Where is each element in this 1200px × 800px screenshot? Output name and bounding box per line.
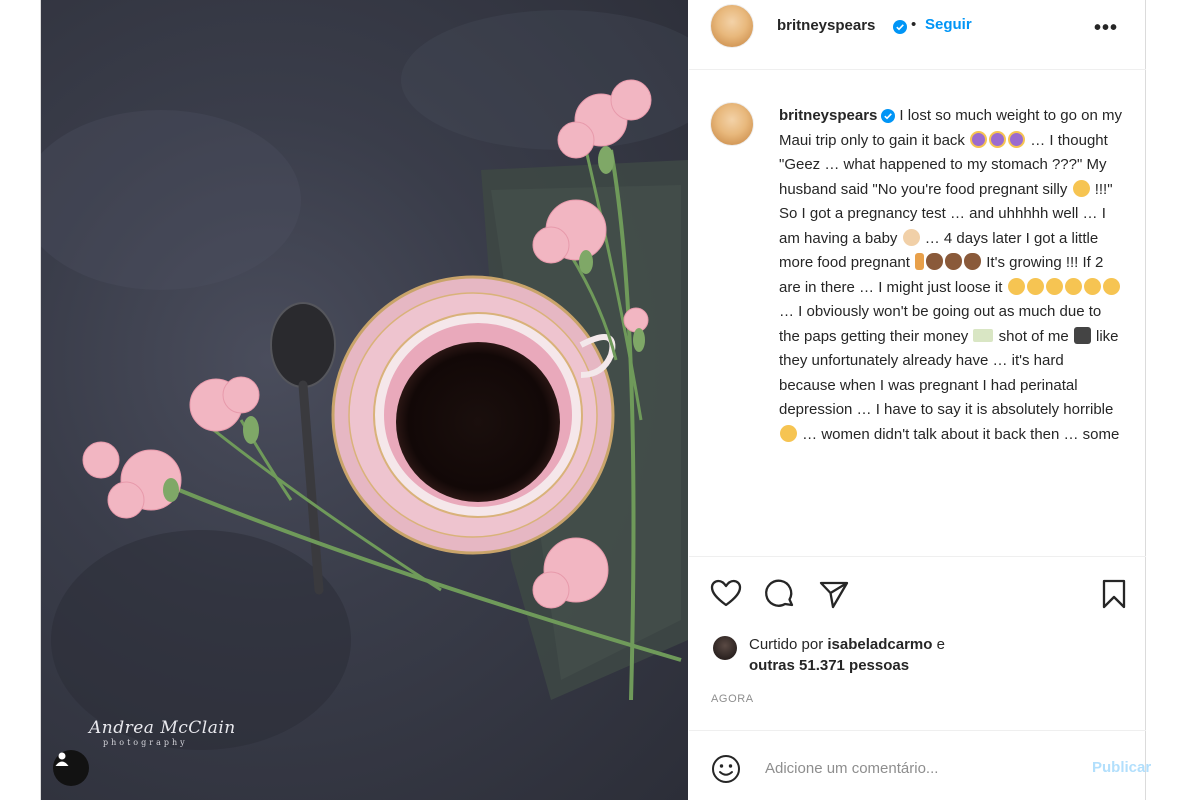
see-no-evil-monkey-emoji — [926, 253, 944, 270]
camera-emoji — [1073, 326, 1091, 344]
see-no-evil-monkey-emoji — [964, 253, 982, 270]
caption-segment: shot of me — [994, 327, 1073, 345]
disappointed-face-emoji — [780, 424, 797, 442]
grimacing-face-emoji — [1083, 277, 1101, 295]
woman-gesturing-no-emoji — [970, 130, 988, 148]
tagged-users-button[interactable] — [53, 750, 89, 786]
likes-summary[interactable]: Curtido por isabeladcarmo e outras 51.37… — [689, 628, 1146, 683]
action-bar — [689, 557, 1146, 627]
watermark-sub: photography — [103, 738, 188, 747]
publish-button[interactable]: Publicar — [1092, 759, 1151, 776]
post-photo[interactable]: Andrea McClain photography — [41, 0, 688, 800]
post-sidebar: britneyspears • Seguir ••• britneyspears… — [689, 0, 1151, 800]
paper-plane-icon[interactable] — [817, 577, 851, 611]
comment-box: Publicar — [689, 730, 1151, 800]
grinning-face-emoji — [1072, 179, 1090, 197]
grimacing-face-emoji — [1007, 277, 1025, 295]
caption-body: I lost so much weight to go on my Maui t… — [779, 107, 1122, 443]
grimacing-face-emoji — [1045, 277, 1063, 295]
caption-area[interactable]: britneyspears I lost so much weight to go… — [689, 71, 1146, 557]
separator-dot: • — [911, 16, 917, 33]
comment-bubble-icon[interactable] — [763, 577, 797, 611]
header-username[interactable]: britneyspears — [777, 17, 875, 34]
likes-suffix: e — [932, 636, 945, 653]
caption-segment: … women didn't talk about it back then …… — [798, 425, 1120, 443]
heart-icon[interactable] — [709, 577, 743, 611]
follow-button[interactable]: Seguir — [925, 16, 972, 33]
more-options-button[interactable]: ••• — [1094, 17, 1118, 40]
caption-text: britneyspears I lost so much weight to go… — [779, 104, 1124, 447]
grimacing-face-emoji — [1026, 277, 1044, 295]
baby-bottle-emoji — [915, 253, 925, 270]
watermark-name: Andrea McClain — [89, 718, 236, 738]
comment-input[interactable] — [765, 755, 1045, 781]
person-icon — [55, 752, 69, 766]
grimacing-face-emoji — [1102, 277, 1120, 295]
likes-others[interactable]: outras 51.371 pessoas — [749, 657, 909, 674]
smiley-icon[interactable] — [710, 753, 742, 785]
woman-gesturing-no-emoji — [1008, 130, 1026, 148]
likes-text[interactable]: Curtido por isabeladcarmo e outras 51.37… — [749, 634, 945, 676]
woman-gesturing-no-emoji — [989, 130, 1007, 148]
likes-prefix: Curtido por — [749, 636, 828, 653]
money-emoji — [973, 328, 994, 342]
liker-avatar — [713, 636, 737, 660]
bookmark-icon[interactable] — [1097, 577, 1131, 611]
baby-emoji — [902, 228, 920, 246]
verified-badge-icon — [881, 109, 896, 124]
verified-badge-icon — [893, 20, 907, 34]
post-modal: Andrea McClain photography britneyspears… — [40, 0, 1151, 800]
photo-illustration — [41, 10, 688, 750]
post-timestamp[interactable]: AGORA — [711, 693, 754, 705]
see-no-evil-monkey-emoji — [945, 253, 963, 270]
liker-username[interactable]: isabeladcarmo — [827, 636, 932, 653]
caption-avatar[interactable] — [710, 102, 754, 146]
post-header: britneyspears • Seguir ••• — [689, 0, 1146, 70]
avatar[interactable] — [710, 4, 754, 48]
caption-username[interactable]: britneyspears — [779, 107, 877, 124]
grimacing-face-emoji — [1064, 277, 1082, 295]
